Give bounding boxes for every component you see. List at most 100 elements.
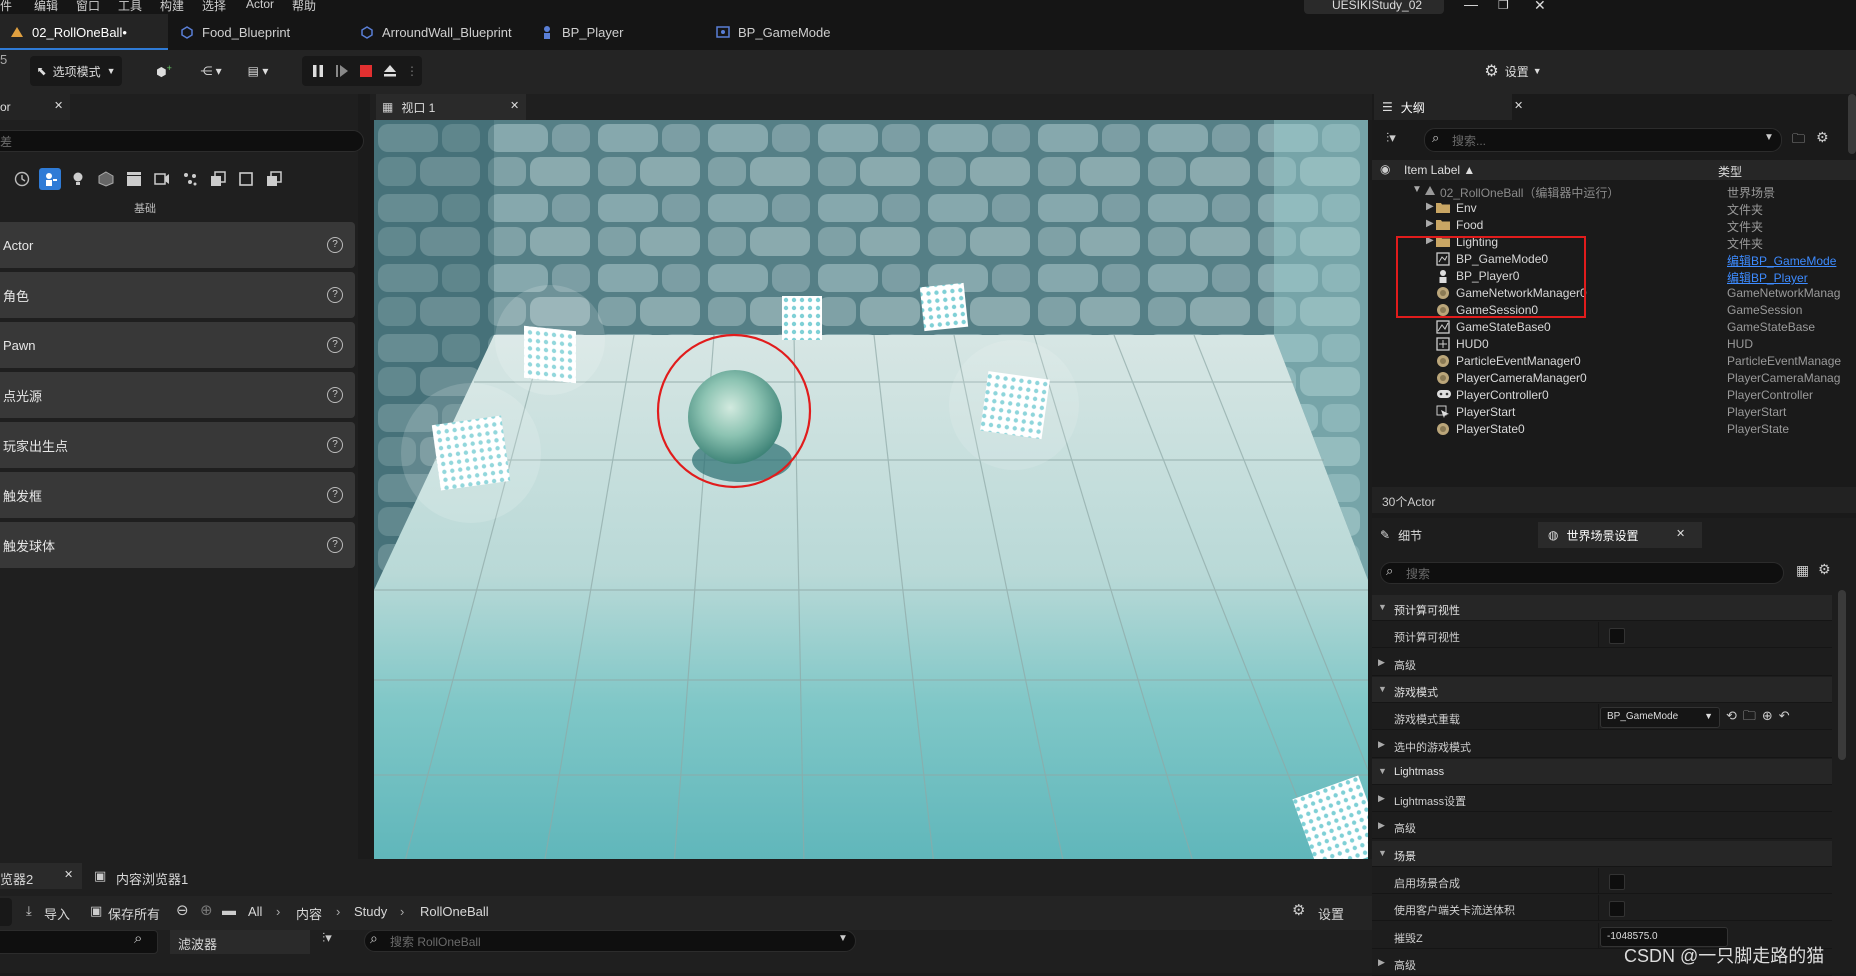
cinematic-icon[interactable] [123, 168, 145, 190]
filter-icon[interactable]: ⫶▾ [322, 930, 332, 946]
place-actors-search[interactable] [0, 130, 364, 152]
blueprint-menu-button[interactable]: ⋲ ▾ [192, 56, 230, 86]
volumes-icon[interactable] [207, 168, 229, 190]
details-scrollbar[interactable] [1838, 590, 1846, 760]
import-button[interactable]: 导入 [44, 904, 70, 923]
details-section-header[interactable]: ▼ 游戏模式 [1372, 677, 1832, 703]
add-button-edge[interactable] [0, 898, 12, 926]
breadcrumb-content[interactable]: 内容 [296, 904, 322, 923]
menu-file[interactable]: 件 [0, 0, 12, 14]
add-actor-button[interactable]: ⬢+ [146, 56, 182, 86]
tab-arroundwall-blueprint[interactable]: ArroundWall_Blueprint [350, 14, 530, 50]
menu-select[interactable]: 选择 [202, 0, 226, 14]
tab-details[interactable]: ✎ 细节 [1372, 522, 1538, 548]
close-tab-icon[interactable]: ✕ [64, 868, 73, 881]
details-property-row[interactable]: ▶ 高级 [1372, 813, 1832, 839]
menu-tools[interactable]: 工具 [118, 0, 142, 14]
details-section-header[interactable]: ▼ 场景 [1372, 841, 1832, 867]
menu-build[interactable]: 构建 [160, 0, 184, 14]
help-icon[interactable]: ? [327, 437, 343, 453]
outliner-tab[interactable]: ☰ 大纲 [1374, 94, 1512, 120]
property-checkbox[interactable] [1609, 628, 1625, 644]
all-classes-icon[interactable] [235, 168, 257, 190]
cinematics-button[interactable]: ▤ ▾ [240, 56, 276, 86]
place-item-character[interactable]: 角色? [0, 272, 355, 318]
close-tab-icon[interactable]: ✕ [510, 99, 519, 112]
menu-window[interactable]: 窗口 [76, 0, 100, 14]
place-item-pawn[interactable]: Pawn? [0, 322, 355, 368]
visibility-eye-icon[interactable]: ◉ [1380, 162, 1390, 176]
details-section-header[interactable]: ▼ Lightmass [1372, 759, 1832, 785]
place-item-trigger-box[interactable]: 触发框? [0, 472, 355, 518]
save-all-button[interactable]: 保存所有 [108, 904, 160, 923]
stop-button[interactable] [354, 56, 378, 86]
help-icon[interactable]: ? [327, 287, 343, 303]
shapes-icon[interactable] [95, 168, 117, 190]
tab-food-blueprint[interactable]: Food_Blueprint [170, 14, 350, 50]
help-icon[interactable]: ? [327, 337, 343, 353]
forward-icon[interactable]: ⊕ [200, 901, 213, 919]
place-item-trigger-sphere[interactable]: 触发球体? [0, 522, 355, 568]
gamemode-override-dropdown[interactable]: BP_GameMode ▼ [1600, 707, 1720, 728]
details-section-header[interactable]: ▼ 预计算可视性 [1372, 595, 1832, 621]
filter-icon[interactable]: ⫶▾ [1386, 130, 1396, 146]
custom-icon[interactable] [263, 168, 285, 190]
place-item-actor[interactable]: Actor? [0, 222, 355, 268]
add-folder-icon[interactable]: 🗀 [1792, 130, 1805, 152]
viewport-tab[interactable]: ▦ 视口 1 [376, 94, 526, 120]
breadcrumb-study[interactable]: Study [354, 904, 387, 919]
lights-icon[interactable] [67, 168, 89, 190]
menu-edit[interactable]: 编辑 [34, 0, 58, 14]
details-property-row[interactable]: 预计算可视性 [1372, 622, 1832, 648]
eject-button[interactable] [378, 56, 402, 86]
outliner-scrollbar[interactable] [1848, 94, 1856, 154]
visual-effects-icon[interactable] [151, 168, 173, 190]
step-button[interactable] [330, 56, 354, 86]
details-property-row[interactable]: ▶ 选中的游戏模式 [1372, 732, 1832, 758]
details-property-row[interactable]: 使用客户端关卡流送体积 [1372, 895, 1832, 921]
table-view-icon[interactable]: ▦ [1796, 562, 1809, 579]
details-property-row[interactable]: ▶ Lightmass设置 [1372, 786, 1832, 812]
chevron-right-icon[interactable]: ▶ [1426, 201, 1434, 212]
tab-level[interactable]: 02_RollOneBall• [0, 14, 168, 50]
outliner-row[interactable]: PlayerState0 PlayerState [1372, 419, 1856, 439]
restore-icon[interactable]: ❐ [1498, 0, 1509, 12]
settings-button[interactable]: ⚙ 设置 ▼ [1478, 56, 1548, 86]
breadcrumb-all[interactable]: All [248, 904, 262, 919]
column-item-label[interactable]: Item Label ▲ [1404, 163, 1475, 177]
tab-bp-gamemode[interactable]: BP_GameMode [706, 14, 906, 50]
details-property-row[interactable]: 启用场景合成 [1372, 868, 1832, 894]
close-window-icon[interactable]: ✕ [1534, 0, 1546, 14]
level-viewport[interactable] [374, 120, 1368, 865]
details-search[interactable] [1380, 562, 1784, 584]
help-icon[interactable]: ? [327, 487, 343, 503]
place-item-player-start[interactable]: 玩家出生点? [0, 422, 355, 468]
close-tab-icon[interactable]: ✕ [54, 99, 63, 112]
close-tab-icon[interactable]: ✕ [1676, 527, 1685, 540]
details-property-row[interactable]: ▶ 高级 [1372, 650, 1832, 676]
help-icon[interactable]: ? [327, 237, 343, 253]
content-settings-button[interactable]: 设置 [1318, 904, 1344, 923]
help-icon[interactable]: ? [327, 387, 343, 403]
recent-icon[interactable] [11, 168, 33, 190]
particles-icon[interactable] [179, 168, 201, 190]
minimize-icon[interactable]: — [1464, 0, 1478, 12]
play-options-button[interactable]: ⋮ [404, 56, 420, 86]
asset-action-icons[interactable]: ⟲🗀⊕↶ [1726, 707, 1796, 729]
gear-icon[interactable]: ⚙ [1818, 561, 1831, 578]
property-checkbox[interactable] [1609, 901, 1625, 917]
menu-help[interactable]: 帮助 [292, 0, 316, 14]
tab-content-browser-1-label[interactable]: 内容浏览器1 [116, 869, 188, 888]
place-item-point-light[interactable]: 点光源? [0, 372, 355, 418]
back-icon[interactable]: ⊖ [176, 901, 189, 919]
tab-bp-player[interactable]: BP_Player [530, 14, 710, 50]
chevron-right-icon[interactable]: ▶ [1426, 218, 1434, 229]
property-checkbox[interactable] [1609, 874, 1625, 890]
gear-icon[interactable]: ⚙ [1816, 129, 1829, 146]
pause-button[interactable] [306, 56, 330, 86]
help-icon[interactable]: ? [327, 537, 343, 553]
menu-actor[interactable]: Actor [246, 0, 274, 11]
select-mode-dropdown[interactable]: ⬉ 选项模式 ▼ [30, 56, 122, 86]
breadcrumb-rolloneball[interactable]: RollOneBall [420, 904, 489, 919]
close-tab-icon[interactable]: ✕ [1514, 99, 1523, 112]
